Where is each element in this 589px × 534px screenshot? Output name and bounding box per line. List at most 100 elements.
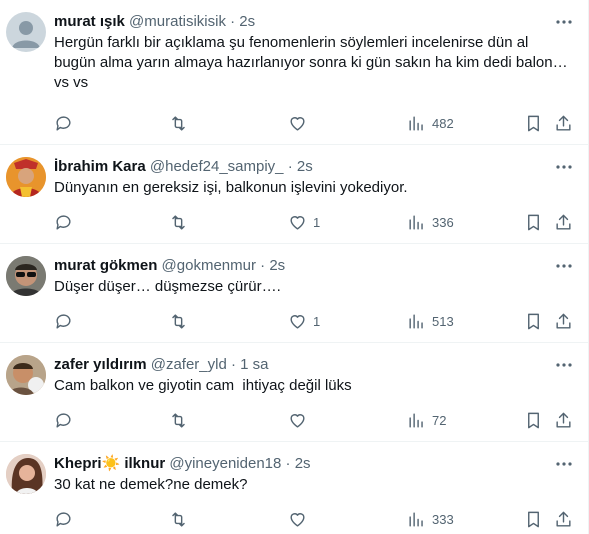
retweet-button[interactable] [169, 311, 188, 331]
tweet-header: murat gökmen @gokmenmur · 2s [54, 256, 548, 276]
like-button[interactable]: 1 [288, 212, 320, 232]
like-icon [290, 215, 305, 230]
retweet-button[interactable] [169, 410, 188, 430]
action-bar: 482 [54, 113, 580, 133]
avatar[interactable] [6, 12, 46, 52]
tweet-text: Düşer düşer… düşmezse çürür…. [54, 277, 572, 297]
separator: · [285, 455, 291, 472]
views-button[interactable]: 72 [407, 410, 446, 430]
tweet[interactable]: murat ışık @muratisikisik · 2s Hergün fa… [0, 0, 588, 145]
tweet-header: murat ışık @muratisikisik · 2s [54, 12, 548, 32]
reply-button[interactable] [54, 113, 73, 133]
like-button[interactable] [288, 509, 313, 529]
views-button[interactable]: 333 [407, 509, 454, 529]
bookmark-button[interactable] [524, 212, 543, 232]
like-icon [290, 116, 305, 131]
views-button[interactable]: 336 [407, 212, 454, 232]
user-handle[interactable]: @gokmenmur [162, 257, 256, 274]
share-icon [556, 313, 571, 329]
share-button[interactable] [554, 509, 573, 529]
reply-button[interactable] [54, 509, 73, 529]
default-avatar-icon [12, 21, 40, 48]
timestamp[interactable]: 2s [239, 13, 255, 30]
reply-button[interactable] [54, 410, 73, 430]
share-icon [556, 214, 571, 230]
views-button[interactable]: 513 [407, 311, 454, 331]
more-button[interactable] [552, 10, 576, 34]
tweet-header: Khepri☀️ ilknur @yineyeniden18 · 2s [54, 454, 548, 474]
share-icon [556, 115, 571, 131]
timestamp[interactable]: 2s [295, 455, 311, 472]
tweet[interactable]: murat gökmen @gokmenmur · 2s Düşer düşer… [0, 244, 588, 343]
share-button[interactable] [554, 410, 573, 430]
like-button[interactable] [288, 410, 313, 430]
reply-icon [56, 313, 71, 329]
more-icon [556, 462, 572, 466]
action-bar: 1 336 [54, 212, 580, 232]
avatar[interactable] [6, 157, 46, 197]
retweet-button[interactable] [169, 113, 188, 133]
reply-icon [56, 511, 71, 527]
user-handle[interactable]: @yineyeniden18 [169, 455, 281, 472]
timestamp[interactable]: 1 sa [240, 356, 268, 373]
timestamp[interactable]: 2s [297, 158, 313, 175]
more-icon [556, 20, 572, 24]
views-icon [409, 511, 423, 527]
tweet-header: zafer yıldırım @zafer_yld · 1 sa [54, 355, 548, 375]
views-icon [409, 214, 423, 230]
user-handle[interactable]: @zafer_yld [151, 356, 227, 373]
bookmark-button[interactable] [524, 113, 543, 133]
share-button[interactable] [554, 311, 573, 331]
more-button[interactable] [552, 452, 576, 476]
bookmark-icon [528, 412, 539, 428]
tweet[interactable]: Khepri☀️ ilknur @yineyeniden18 · 2s 30 k… [0, 442, 588, 534]
avatar[interactable] [6, 454, 46, 494]
bookmark-button[interactable] [524, 410, 543, 430]
tweet-header: İbrahim Kara @hedef24_sampiy_ · 2s [54, 157, 548, 177]
timestamp[interactable]: 2s [269, 257, 285, 274]
views-button[interactable]: 482 [407, 113, 454, 133]
more-icon [556, 264, 572, 268]
more-icon [556, 165, 572, 169]
reply-button[interactable] [54, 311, 73, 331]
reply-icon [56, 412, 71, 428]
like-icon [290, 512, 305, 527]
tweet-text: Dünyanın en gereksiz işi, balkonun işlev… [54, 178, 572, 198]
views-count: 482 [432, 115, 454, 131]
more-button[interactable] [552, 254, 576, 278]
reply-button[interactable] [54, 212, 73, 232]
tweet[interactable]: zafer yıldırım @zafer_yld · 1 sa Cam bal… [0, 343, 588, 442]
share-icon [556, 511, 571, 527]
bookmark-button[interactable] [524, 509, 543, 529]
user-name[interactable]: İbrahim Kara [54, 158, 146, 175]
avatar[interactable] [6, 355, 46, 395]
tweet-text: Cam balkon ve giyotin cam ihtiyaç değil … [54, 376, 572, 396]
like-count: 1 [313, 313, 321, 329]
user-name[interactable]: zafer yıldırım [54, 356, 147, 373]
more-button[interactable] [552, 353, 576, 377]
bookmark-icon [528, 511, 539, 527]
user-name[interactable]: murat gökmen [54, 257, 157, 274]
separator: · [260, 257, 266, 274]
user-name[interactable]: murat ışık [54, 13, 125, 30]
bookmark-button[interactable] [524, 311, 543, 331]
like-button[interactable] [288, 113, 313, 133]
share-button[interactable] [554, 212, 573, 232]
more-button[interactable] [552, 155, 576, 179]
retweet-button[interactable] [169, 509, 188, 529]
views-count: 333 [432, 511, 454, 527]
separator: · [287, 158, 293, 175]
share-button[interactable] [554, 113, 573, 133]
separator: · [230, 356, 236, 373]
avatar[interactable] [6, 256, 46, 296]
user-name[interactable]: Khepri☀️ ilknur [54, 455, 165, 472]
tweet-text-line: Cam balkon ve giyotin cam ihtiyaç değil … [54, 377, 352, 394]
retweet-button[interactable] [169, 212, 188, 232]
tweet[interactable]: İbrahim Kara @hedef24_sampiy_ · 2s Dünya… [0, 145, 588, 244]
bookmark-icon [528, 115, 539, 131]
tweet-text-line: Dünyanın en gereksiz işi, balkonun işlev… [54, 179, 408, 196]
like-button[interactable]: 1 [288, 311, 320, 331]
user-handle[interactable]: @hedef24_sampiy_ [150, 158, 284, 175]
user-handle[interactable]: @muratisikisik [129, 13, 226, 30]
like-icon [290, 314, 305, 329]
